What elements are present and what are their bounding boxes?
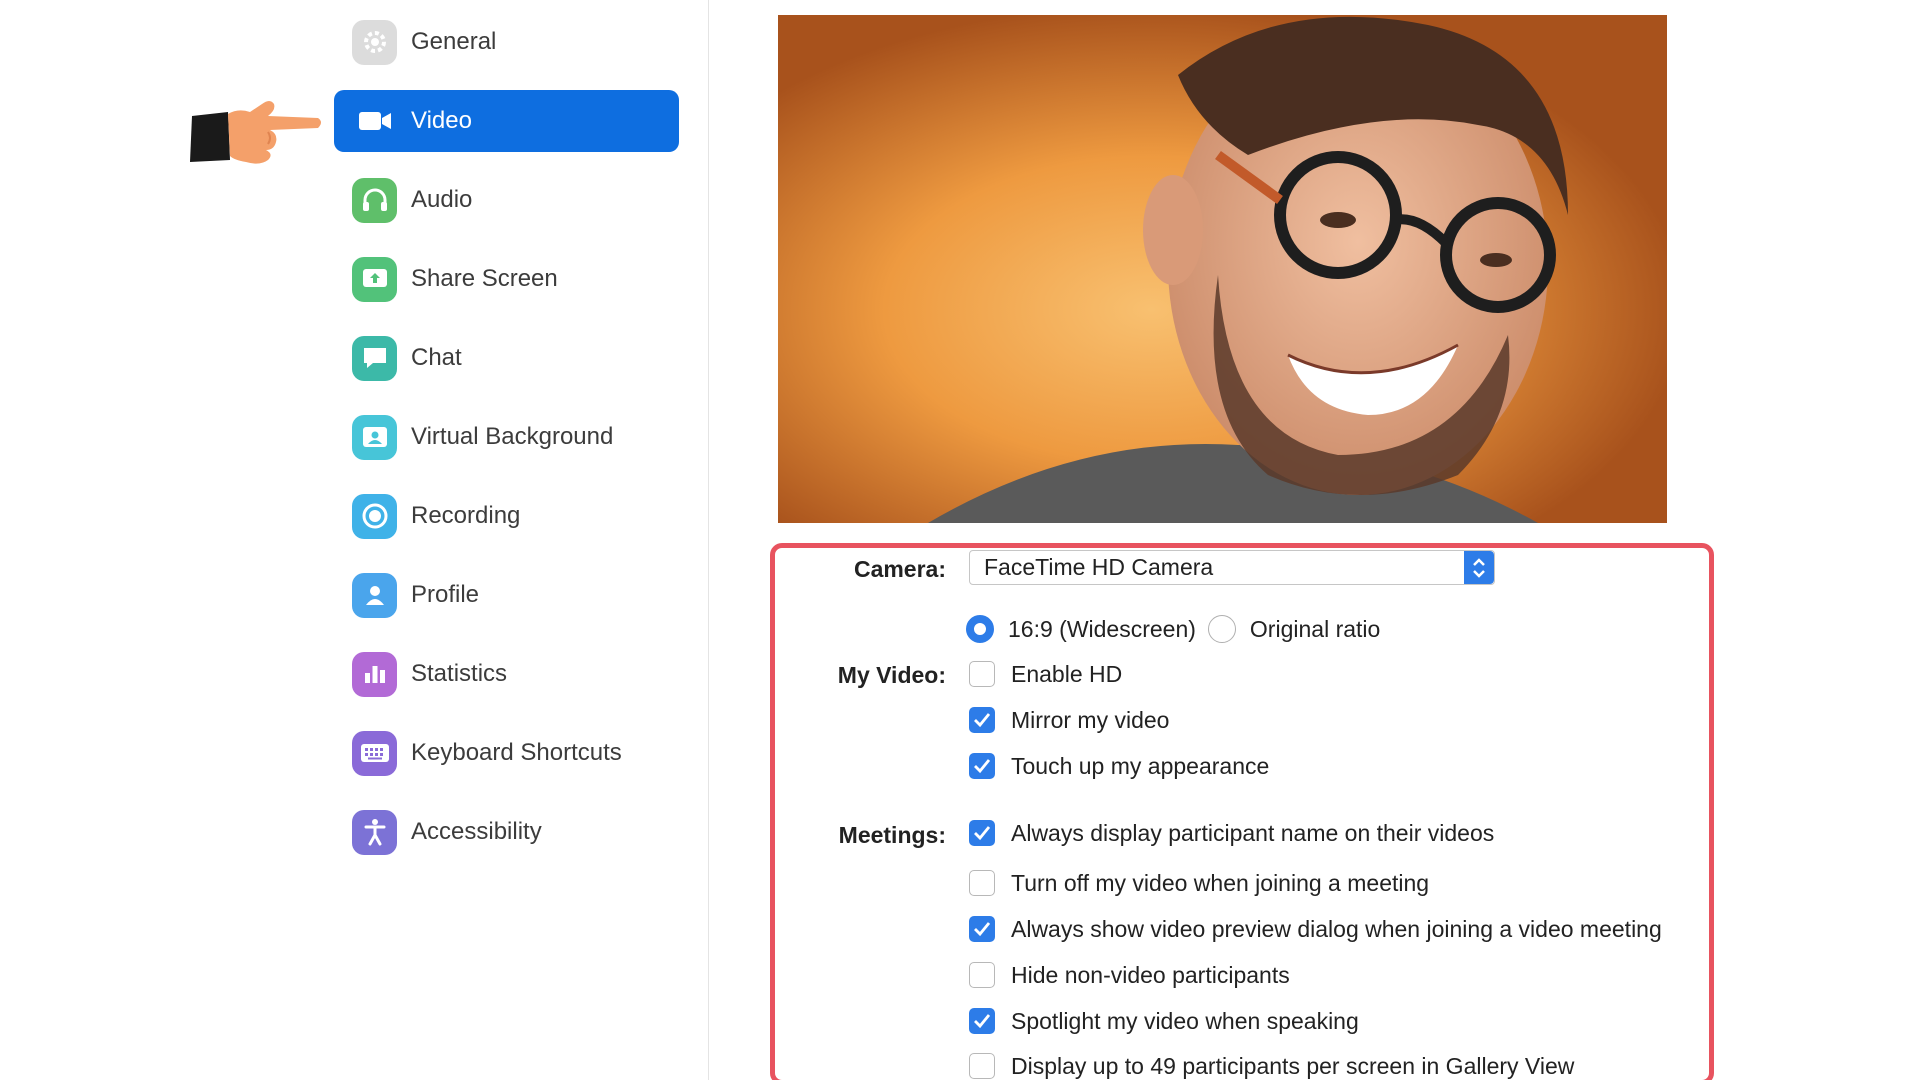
gallery-view-49-option[interactable]: Display up to 49 participants per screen… — [969, 1051, 1574, 1080]
share-screen-icon — [352, 256, 397, 302]
sidebar-item-label: Keyboard Shortcuts — [411, 739, 622, 766]
settings-sidebar: General Video Audio Share Screen Chat Vi… — [0, 0, 709, 1080]
turn-off-video-label: Turn off my video when joining a meeting — [1011, 869, 1430, 896]
sidebar-item-label: Share Screen — [411, 265, 558, 292]
original-ratio-radio[interactable] — [1207, 615, 1236, 643]
sidebar-item-virtual-background[interactable]: Virtual Background — [334, 406, 679, 468]
video-preview-dialog-option[interactable]: Always show video preview dialog when jo… — [969, 914, 1662, 944]
sidebar-item-label: Virtual Background — [411, 423, 614, 450]
enable-hd-checkbox[interactable] — [969, 661, 995, 687]
video-preview-dialog-checkbox[interactable] — [969, 916, 995, 942]
display-participant-name-checkbox[interactable] — [969, 820, 995, 846]
hide-non-video-checkbox[interactable] — [969, 962, 995, 988]
video-preview-dialog-label: Always show video preview dialog when jo… — [1011, 915, 1662, 942]
checkmark-icon — [974, 1014, 991, 1029]
mirror-video-label: Mirror my video — [1011, 706, 1170, 733]
mirror-video-checkbox[interactable] — [969, 707, 995, 733]
sidebar-item-general[interactable]: General — [334, 11, 679, 73]
sidebar-item-label: General — [411, 28, 497, 55]
spotlight-video-label: Spotlight my video when speaking — [1011, 1007, 1359, 1034]
recording-icon — [352, 493, 397, 539]
sidebar-item-label: Profile — [411, 581, 480, 608]
sidebar-item-keyboard-shortcuts[interactable]: Keyboard Shortcuts — [334, 722, 679, 784]
enable-hd-label: Enable HD — [1011, 660, 1123, 687]
aspect-ratio-radio-group: 16:9 (Widescreen) Original ratio — [966, 614, 1380, 644]
widescreen-radio-label: 16:9 (Widescreen) — [1008, 615, 1196, 642]
display-participant-name-label: Always display participant name on their… — [1011, 819, 1495, 846]
enable-hd-option[interactable]: Enable HD — [969, 659, 1122, 689]
sidebar-item-label: Accessibility — [411, 818, 542, 845]
gallery-view-49-label: Display up to 49 participants per screen… — [1011, 1052, 1575, 1079]
sidebar-item-label: Chat — [411, 344, 462, 371]
camera-select[interactable]: FaceTime HD Camera — [969, 550, 1495, 585]
sidebar-item-video[interactable]: Video — [334, 90, 679, 152]
camera-select-value: FaceTime HD Camera — [984, 554, 1214, 580]
sidebar-item-label: Recording — [411, 502, 521, 529]
sidebar-item-recording[interactable]: Recording — [334, 485, 679, 547]
touch-up-label: Touch up my appearance — [1011, 752, 1270, 779]
sidebar-item-chat[interactable]: Chat — [334, 327, 679, 389]
sidebar-item-statistics[interactable]: Statistics — [334, 643, 679, 705]
video-camera-icon — [352, 99, 397, 144]
video-preview — [778, 15, 1667, 523]
checkmark-icon — [974, 922, 991, 937]
sidebar-item-share-screen[interactable]: Share Screen — [334, 248, 679, 310]
keyboard-icon — [352, 730, 397, 776]
meetings-label: Meetings: — [838, 822, 946, 848]
my-video-label: My Video: — [837, 662, 946, 688]
gallery-view-49-checkbox[interactable] — [969, 1053, 995, 1079]
sidebar-item-audio[interactable]: Audio — [334, 169, 679, 231]
spotlight-video-checkbox[interactable] — [969, 1008, 995, 1034]
profile-icon — [352, 572, 397, 618]
touch-up-checkbox[interactable] — [969, 753, 995, 779]
virtual-background-icon — [352, 414, 397, 460]
checkmark-icon — [974, 826, 991, 841]
touch-up-option[interactable]: Touch up my appearance — [969, 751, 1269, 781]
sidebar-item-label: Video — [411, 107, 472, 134]
headphones-icon — [352, 177, 397, 223]
statistics-icon — [352, 651, 397, 697]
checkmark-icon — [974, 759, 991, 774]
original-ratio-radio-label: Original ratio — [1249, 615, 1381, 642]
hide-non-video-label: Hide non-video participants — [1011, 961, 1290, 988]
widescreen-radio[interactable] — [966, 615, 994, 643]
camera-label: Camera: — [853, 556, 946, 582]
chat-bubble-icon — [352, 335, 397, 381]
hide-non-video-option[interactable]: Hide non-video participants — [969, 960, 1290, 990]
sidebar-item-label: Statistics — [411, 660, 508, 687]
gear-icon — [352, 19, 397, 65]
display-participant-name-option[interactable]: Always display participant name on their… — [969, 818, 1494, 848]
turn-off-video-option[interactable]: Turn off my video when joining a meeting — [969, 868, 1429, 898]
accessibility-icon — [352, 809, 397, 855]
spotlight-video-option[interactable]: Spotlight my video when speaking — [969, 1006, 1359, 1036]
mirror-video-option[interactable]: Mirror my video — [969, 705, 1169, 735]
sidebar-item-label: Audio — [411, 186, 473, 213]
checkmark-icon — [974, 713, 991, 728]
up-down-chevron-icon[interactable] — [1464, 551, 1494, 584]
turn-off-video-checkbox[interactable] — [969, 870, 995, 896]
sidebar-item-accessibility[interactable]: Accessibility — [334, 801, 679, 863]
pointing-hand-icon — [190, 101, 321, 164]
camera-preview-image — [778, 15, 1667, 523]
sidebar-item-profile[interactable]: Profile — [334, 564, 679, 626]
